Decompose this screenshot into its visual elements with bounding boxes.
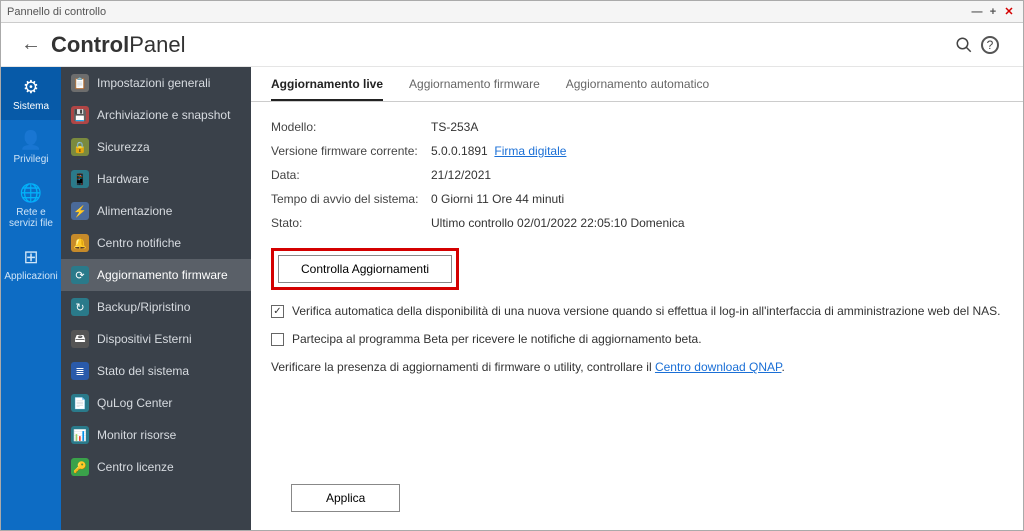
rail-icon: 🌐 [1, 183, 61, 204]
apply-button[interactable]: Applica [291, 484, 400, 512]
window-minimize-button[interactable]: — [969, 6, 985, 18]
rail-item-privilegi[interactable]: 👤 Privilegi [1, 120, 61, 173]
window-close-button[interactable]: ✕ [1001, 5, 1017, 18]
download-center-link[interactable]: Centro download QNAP [655, 360, 782, 374]
sidebar-icon: ≣ [71, 362, 89, 380]
auto-check-label: Verifica automatica della disponibilità … [292, 304, 1000, 318]
app-title: ControlPanel [51, 32, 185, 58]
sidebar-item-sicurezza[interactable]: 🔒 Sicurezza [61, 131, 251, 163]
sidebar-label: Monitor risorse [97, 428, 176, 442]
sidebar-item-centro-licenze[interactable]: 🔑 Centro licenze [61, 451, 251, 483]
auto-check-checkbox[interactable]: ✓ [271, 305, 284, 318]
rail-icon: ⚙ [1, 77, 61, 98]
sidebar-item-hardware[interactable]: 📱 Hardware [61, 163, 251, 195]
sidebar-item-archiviazione-e-snapshot[interactable]: 💾 Archiviazione e snapshot [61, 99, 251, 131]
sidebar-label: Centro notifiche [97, 236, 181, 250]
rail-item-rete-e-servizi-file[interactable]: 🌐 Rete e servizi file [1, 173, 61, 237]
sidebar-item-aggiornamento-firmware[interactable]: ⟳ Aggiornamento firmware [61, 259, 251, 291]
sidebar-label: Impostazioni generali [97, 76, 210, 90]
live-update-panel: Modello: TS-253A Versione firmware corre… [251, 102, 1023, 470]
sidebar-label: Hardware [97, 172, 149, 186]
sidebar-item-qulog-center[interactable]: 📄 QuLog Center [61, 387, 251, 419]
sidebar-item-dispositivi-esterni[interactable]: 🖴 Dispositivi Esterni [61, 323, 251, 355]
sidebar-label: Centro licenze [97, 460, 174, 474]
sidebar-label: Archiviazione e snapshot [97, 108, 230, 122]
status-value: Ultimo controllo 02/01/2022 22:05:10 Dom… [431, 216, 685, 230]
beta-label: Partecipa al programma Beta per ricevere… [292, 332, 702, 346]
rail-label: Sistema [13, 101, 49, 112]
footer: Applica [251, 470, 1023, 530]
sidebar-icon: 🔒 [71, 138, 89, 156]
rail-icon: ⊞ [1, 247, 61, 268]
sidebar-icon: ⚡ [71, 202, 89, 220]
search-button[interactable] [951, 32, 977, 58]
rail-item-applicazioni[interactable]: ⊞ Applicazioni [1, 237, 61, 290]
status-label: Stato: [271, 216, 431, 230]
sidebar-item-centro-notifiche[interactable]: 🔔 Centro notifiche [61, 227, 251, 259]
help-icon: ? [981, 36, 999, 54]
sidebar-icon: ⟳ [71, 266, 89, 284]
sidebar-label: Alimentazione [97, 204, 172, 218]
window-title: Pannello di controllo [7, 6, 106, 18]
sidebar-icon: ↻ [71, 298, 89, 316]
rail-label: Privilegi [13, 154, 48, 165]
tab-aggiornamento-live[interactable]: Aggiornamento live [271, 77, 383, 101]
sidebar-item-backup-ripristino[interactable]: ↻ Backup/Ripristino [61, 291, 251, 323]
sidebar-label: Sicurezza [97, 140, 150, 154]
sidebar-icon: 🖴 [71, 330, 89, 348]
sidebar-label: Backup/Ripristino [97, 300, 190, 314]
help-button[interactable]: ? [977, 32, 1003, 58]
date-value: 21/12/2021 [431, 168, 491, 182]
sidebar-icon: 📊 [71, 426, 89, 444]
uptime-label: Tempo di avvio del sistema: [271, 192, 431, 206]
sidebar-icon: 📋 [71, 74, 89, 92]
sidebar-item-monitor-risorse[interactable]: 📊 Monitor risorse [61, 419, 251, 451]
sidebar: 📋 Impostazioni generali 💾 Archiviazione e s… [61, 67, 251, 530]
model-label: Modello: [271, 120, 431, 134]
rail-item-sistema[interactable]: ⚙ Sistema [1, 67, 61, 120]
highlight-box: Controlla Aggiornamenti [271, 248, 459, 290]
rail-icon: 👤 [1, 130, 61, 151]
rail-label: Applicazioni [4, 271, 57, 282]
sidebar-icon: 🔔 [71, 234, 89, 252]
window-titlebar: Pannello di controllo — + ✕ [1, 1, 1023, 23]
sidebar-icon: 📱 [71, 170, 89, 188]
date-label: Data: [271, 168, 431, 182]
tab-aggiornamento-automatico[interactable]: Aggiornamento automatico [566, 77, 709, 101]
sidebar-item-stato-del-sistema[interactable]: ≣ Stato del sistema [61, 355, 251, 387]
window-maximize-button[interactable]: + [985, 6, 1001, 18]
sidebar-icon: 💾 [71, 106, 89, 124]
tab-aggiornamento-firmware[interactable]: Aggiornamento firmware [409, 77, 540, 101]
content-area: Aggiornamento live Aggiornamento firmware… [251, 67, 1023, 530]
back-button[interactable]: ← [21, 33, 41, 56]
sidebar-label: Aggiornamento firmware [97, 268, 228, 282]
model-value: TS-253A [431, 120, 478, 134]
sidebar-item-alimentazione[interactable]: ⚡ Alimentazione [61, 195, 251, 227]
search-icon [955, 36, 973, 54]
category-rail: ⚙ Sistema 👤 Privilegi 🌐 Rete e servizi file ⊞ A… [1, 67, 61, 530]
uptime-value: 0 Giorni 11 Ore 44 minuti [431, 192, 564, 206]
digital-signature-link[interactable]: Firma digitale [494, 144, 566, 158]
beta-checkbox[interactable] [271, 333, 284, 346]
sidebar-label: Stato del sistema [97, 364, 189, 378]
app-topbar: ← ControlPanel ? [1, 23, 1023, 67]
sidebar-item-impostazioni-generali[interactable]: 📋 Impostazioni generali [61, 67, 251, 99]
firmware-label: Versione firmware corrente: [271, 144, 431, 158]
rail-label: Rete e servizi file [9, 207, 53, 229]
check-updates-button[interactable]: Controlla Aggiornamenti [278, 255, 452, 283]
sidebar-icon: 🔑 [71, 458, 89, 476]
sidebar-label: QuLog Center [97, 396, 172, 410]
tab-bar: Aggiornamento live Aggiornamento firmware… [251, 67, 1023, 102]
sidebar-icon: 📄 [71, 394, 89, 412]
download-center-note: Verificare la presenza di aggiornamenti … [271, 360, 1003, 374]
firmware-value: 5.0.0.1891 Firma digitale [431, 144, 566, 158]
sidebar-label: Dispositivi Esterni [97, 332, 192, 346]
